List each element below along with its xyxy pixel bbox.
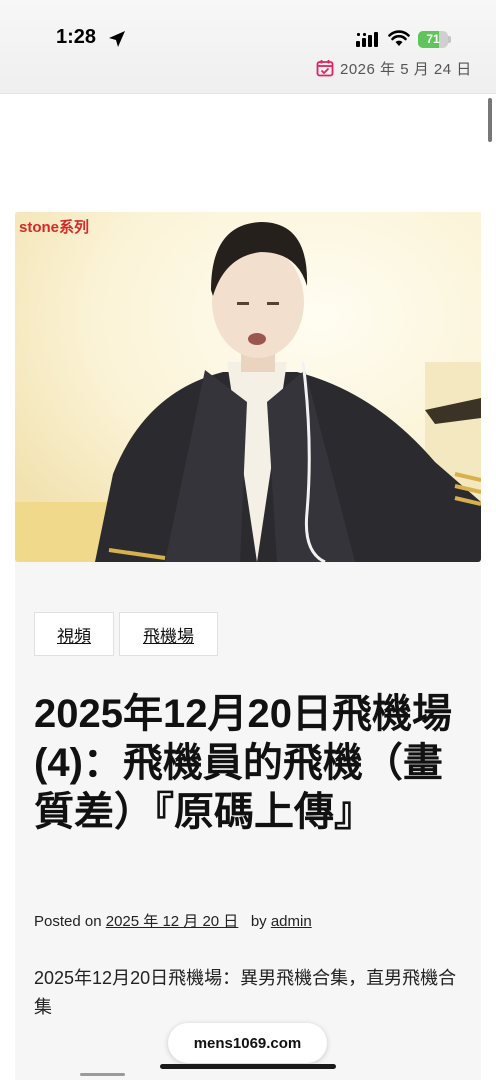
article-card: stone系列 視頻 飛機場 2025年12月20日飛機場(4)：飛機員的飛機（…	[15, 212, 481, 1080]
site-date: 2026 年 5 月 24 日	[316, 57, 472, 79]
tag-airport[interactable]: 飛機場	[119, 612, 218, 656]
status-bar: 1:28 71 2026 年 5 月 24 日	[0, 0, 496, 94]
tag-video[interactable]: 視頻	[34, 612, 114, 656]
cellular-signal-icon	[356, 32, 378, 47]
clock-time: 1:28	[56, 26, 97, 48]
by-label: by	[250, 913, 267, 930]
posted-on-label: Posted on	[34, 913, 102, 930]
author-link[interactable]: admin	[271, 913, 312, 930]
home-indicator[interactable]	[160, 1064, 336, 1069]
post-meta: Posted on 2025 年 12 月 20 日 by admin	[34, 910, 312, 931]
post-date-link[interactable]: 2025 年 12 月 20 日	[106, 913, 239, 930]
video-thumbnail[interactable]: stone系列	[15, 212, 481, 562]
post-excerpt: 2025年12月20日飛機場：異男飛機合集，直男飛機合集	[34, 968, 457, 1017]
video-watermark: stone系列	[19, 219, 90, 236]
url-text: mens1069.com	[193, 1034, 302, 1052]
battery-icon: 71	[418, 31, 451, 48]
location-arrow-icon	[109, 31, 125, 47]
tab-indicator	[80, 1073, 125, 1076]
page-scrollbar[interactable]	[488, 98, 492, 142]
post-title[interactable]: 2025年12月20日飛機場(4)：飛機員的飛機（畫質差）『原碼上傳』	[34, 690, 464, 837]
battery-percent: 71	[426, 32, 440, 46]
address-bar[interactable]: mens1069.com	[168, 1023, 327, 1063]
calendar-check-icon	[316, 60, 334, 77]
current-date: 2026 年 5 月 24 日	[340, 60, 472, 78]
wifi-icon	[388, 30, 410, 46]
